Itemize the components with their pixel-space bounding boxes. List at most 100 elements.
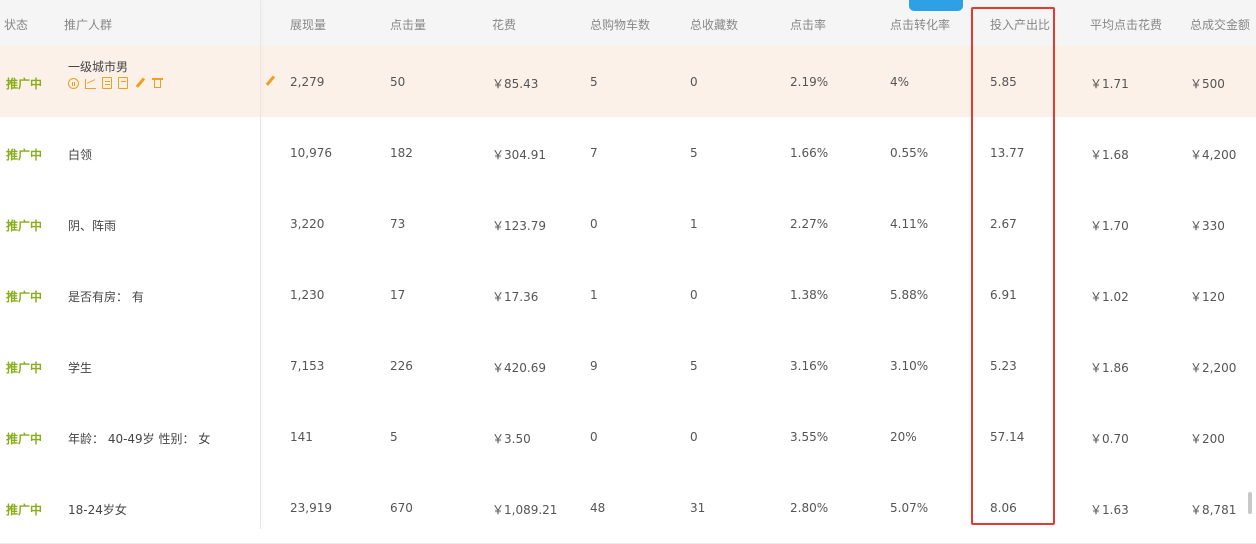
frozen-column-divider bbox=[260, 0, 261, 529]
table-header: 状态 推广人群 展现量 点击量 花费 总购物车数 总收藏数 点击率 点击转化率 投入产出比 平均点击… bbox=[0, 0, 1256, 46]
chart-icon[interactable] bbox=[85, 79, 96, 89]
cell-cvr: 0.55% bbox=[890, 146, 929, 160]
cell-gmv: ￥330 bbox=[1190, 219, 1225, 233]
cell-clicks: 17 bbox=[390, 288, 406, 302]
cell-cvr: 5.07% bbox=[890, 501, 929, 515]
table-row[interactable]: 推广中 18-24岁女 23,919 670 ￥1,089.21 48 31 2.80% 5.0… bbox=[0, 472, 1256, 544]
table-row[interactable]: 推广中 学生 7,153 226 ￥420.69 9 5 3.16% 3.10% 5.23 ￥1.8… bbox=[0, 330, 1256, 402]
cell-favs: 0 bbox=[690, 75, 698, 89]
cell-favs: 31 bbox=[690, 501, 706, 515]
cell-impressions: 1,230 bbox=[290, 288, 325, 302]
cell-cvr: 4.11% bbox=[890, 217, 929, 231]
row-action-icons bbox=[68, 77, 170, 91]
table-row[interactable]: 推广中 阴、阵雨 3,220 73 ￥123.79 0 1 2.27% 4.11% 2.67 ￥1.… bbox=[0, 188, 1256, 260]
cell-cpc: ￥0.70 bbox=[1090, 432, 1129, 446]
delete-icon[interactable] bbox=[152, 77, 164, 89]
cell-favs: 1 bbox=[690, 217, 698, 231]
cell-status: 推广中 bbox=[6, 290, 43, 304]
cell-impressions: 7,153 bbox=[290, 359, 325, 373]
cell-cost: ￥3.50 bbox=[492, 432, 531, 446]
edit-name-icon[interactable] bbox=[264, 75, 276, 87]
top-action-button[interactable] bbox=[909, 0, 963, 11]
cell-gmv: ￥120 bbox=[1190, 290, 1225, 304]
cell-ctr: 1.38% bbox=[790, 288, 829, 302]
cell-cpc: ￥1.63 bbox=[1090, 503, 1129, 517]
cell-cost: ￥85.43 bbox=[492, 77, 539, 91]
cell-cpc: ￥1.86 bbox=[1090, 361, 1129, 375]
cell-name: 年龄： 40-49岁 性别： 女 bbox=[68, 432, 211, 446]
cell-name: 18-24岁女 bbox=[68, 503, 127, 517]
column-header-name[interactable]: 推广人群 bbox=[64, 16, 112, 33]
table-row[interactable]: 推广中 一级城市男 2,279 50 ￥85.43 5 0 2.19% 4% 5.85 ￥1.71 ￥… bbox=[0, 46, 1256, 118]
cell-name: 阴、阵雨 bbox=[68, 219, 117, 233]
cell-cvr: 3.10% bbox=[890, 359, 929, 373]
cell-cvr: 4% bbox=[890, 75, 910, 89]
cell-carts: 48 bbox=[590, 501, 606, 515]
cell-ctr: 3.16% bbox=[790, 359, 829, 373]
cell-cpc: ￥1.70 bbox=[1090, 219, 1129, 233]
cell-impressions: 2,279 bbox=[290, 75, 325, 89]
cell-carts: 1 bbox=[590, 288, 598, 302]
cell-gmv: ￥4,200 bbox=[1190, 148, 1237, 162]
cell-gmv: ￥500 bbox=[1190, 77, 1225, 91]
cell-ctr: 2.80% bbox=[790, 501, 829, 515]
cell-status: 推广中 bbox=[6, 503, 43, 517]
cell-favs: 5 bbox=[690, 359, 698, 373]
cell-clicks: 182 bbox=[390, 146, 413, 160]
column-header-carts[interactable]: 总购物车数 bbox=[590, 16, 650, 33]
cell-carts: 9 bbox=[590, 359, 598, 373]
cell-cvr: 20% bbox=[890, 430, 917, 444]
cell-name: 一级城市男 bbox=[68, 60, 129, 74]
column-header-impressions[interactable]: 展现量 bbox=[290, 16, 326, 33]
table-row[interactable]: 推广中 是否有房： 有 1,230 17 ￥17.36 1 0 1.38% 5.88% 6.91 ￥… bbox=[0, 259, 1256, 331]
cell-favs: 0 bbox=[690, 430, 698, 444]
note-icon[interactable] bbox=[118, 77, 128, 89]
cell-cpc: ￥1.71 bbox=[1090, 77, 1129, 91]
cell-ctr: 1.66% bbox=[790, 146, 829, 160]
cell-carts: 5 bbox=[590, 75, 598, 89]
cell-clicks: 5 bbox=[390, 430, 398, 444]
roi-column-highlight bbox=[971, 7, 1055, 525]
cell-impressions: 141 bbox=[290, 430, 313, 444]
cell-favs: 0 bbox=[690, 288, 698, 302]
cell-carts: 7 bbox=[590, 146, 598, 160]
cell-ctr: 2.27% bbox=[790, 217, 829, 231]
cell-status: 推广中 bbox=[6, 361, 43, 375]
column-header-cvr[interactable]: 点击转化率 bbox=[890, 16, 950, 33]
column-header-cost[interactable]: 花费 bbox=[492, 16, 516, 33]
column-header-ctr[interactable]: 点击率 bbox=[790, 16, 826, 33]
column-header-favs[interactable]: 总收藏数 bbox=[690, 16, 738, 33]
column-header-gmv[interactable]: 总成交金额 bbox=[1190, 16, 1250, 33]
cell-cvr: 5.88% bbox=[890, 288, 929, 302]
pause-icon[interactable] bbox=[68, 78, 79, 89]
cell-carts: 0 bbox=[590, 217, 598, 231]
report-icon[interactable] bbox=[102, 77, 112, 89]
cell-status: 推广中 bbox=[6, 77, 43, 91]
cell-carts: 0 bbox=[590, 430, 598, 444]
cell-name: 白领 bbox=[68, 148, 93, 162]
cell-gmv: ￥2,200 bbox=[1190, 361, 1237, 375]
cell-status: 推广中 bbox=[6, 219, 43, 233]
cell-clicks: 73 bbox=[390, 217, 406, 231]
cell-impressions: 23,919 bbox=[290, 501, 332, 515]
cell-impressions: 3,220 bbox=[290, 217, 325, 231]
cell-impressions: 10,976 bbox=[290, 146, 332, 160]
cell-cost: ￥304.91 bbox=[492, 148, 546, 162]
table-row[interactable]: 推广中 白领 10,976 182 ￥304.91 7 5 1.66% 0.55% 13.77 ￥1… bbox=[0, 117, 1256, 189]
cell-ctr: 3.55% bbox=[790, 430, 829, 444]
table-row[interactable]: 推广中 年龄： 40-49岁 性别： 女 141 5 ￥3.50 0 0 3.55% 20% 57… bbox=[0, 401, 1256, 473]
cell-cpc: ￥1.02 bbox=[1090, 290, 1129, 304]
cell-clicks: 670 bbox=[390, 501, 413, 515]
cell-gmv: ￥8,781 bbox=[1190, 503, 1237, 517]
scrollbar-thumb[interactable] bbox=[1248, 492, 1252, 514]
column-header-clicks[interactable]: 点击量 bbox=[390, 16, 426, 33]
cell-name: 学生 bbox=[68, 361, 93, 375]
cell-clicks: 226 bbox=[390, 359, 413, 373]
cell-clicks: 50 bbox=[390, 75, 406, 89]
cell-cpc: ￥1.68 bbox=[1090, 148, 1129, 162]
cell-cost: ￥420.69 bbox=[492, 361, 546, 375]
column-header-status[interactable]: 状态 bbox=[4, 16, 28, 33]
edit-icon[interactable] bbox=[134, 77, 146, 89]
column-header-cpc[interactable]: 平均点击花费 bbox=[1090, 16, 1162, 33]
cell-gmv: ￥200 bbox=[1190, 432, 1225, 446]
